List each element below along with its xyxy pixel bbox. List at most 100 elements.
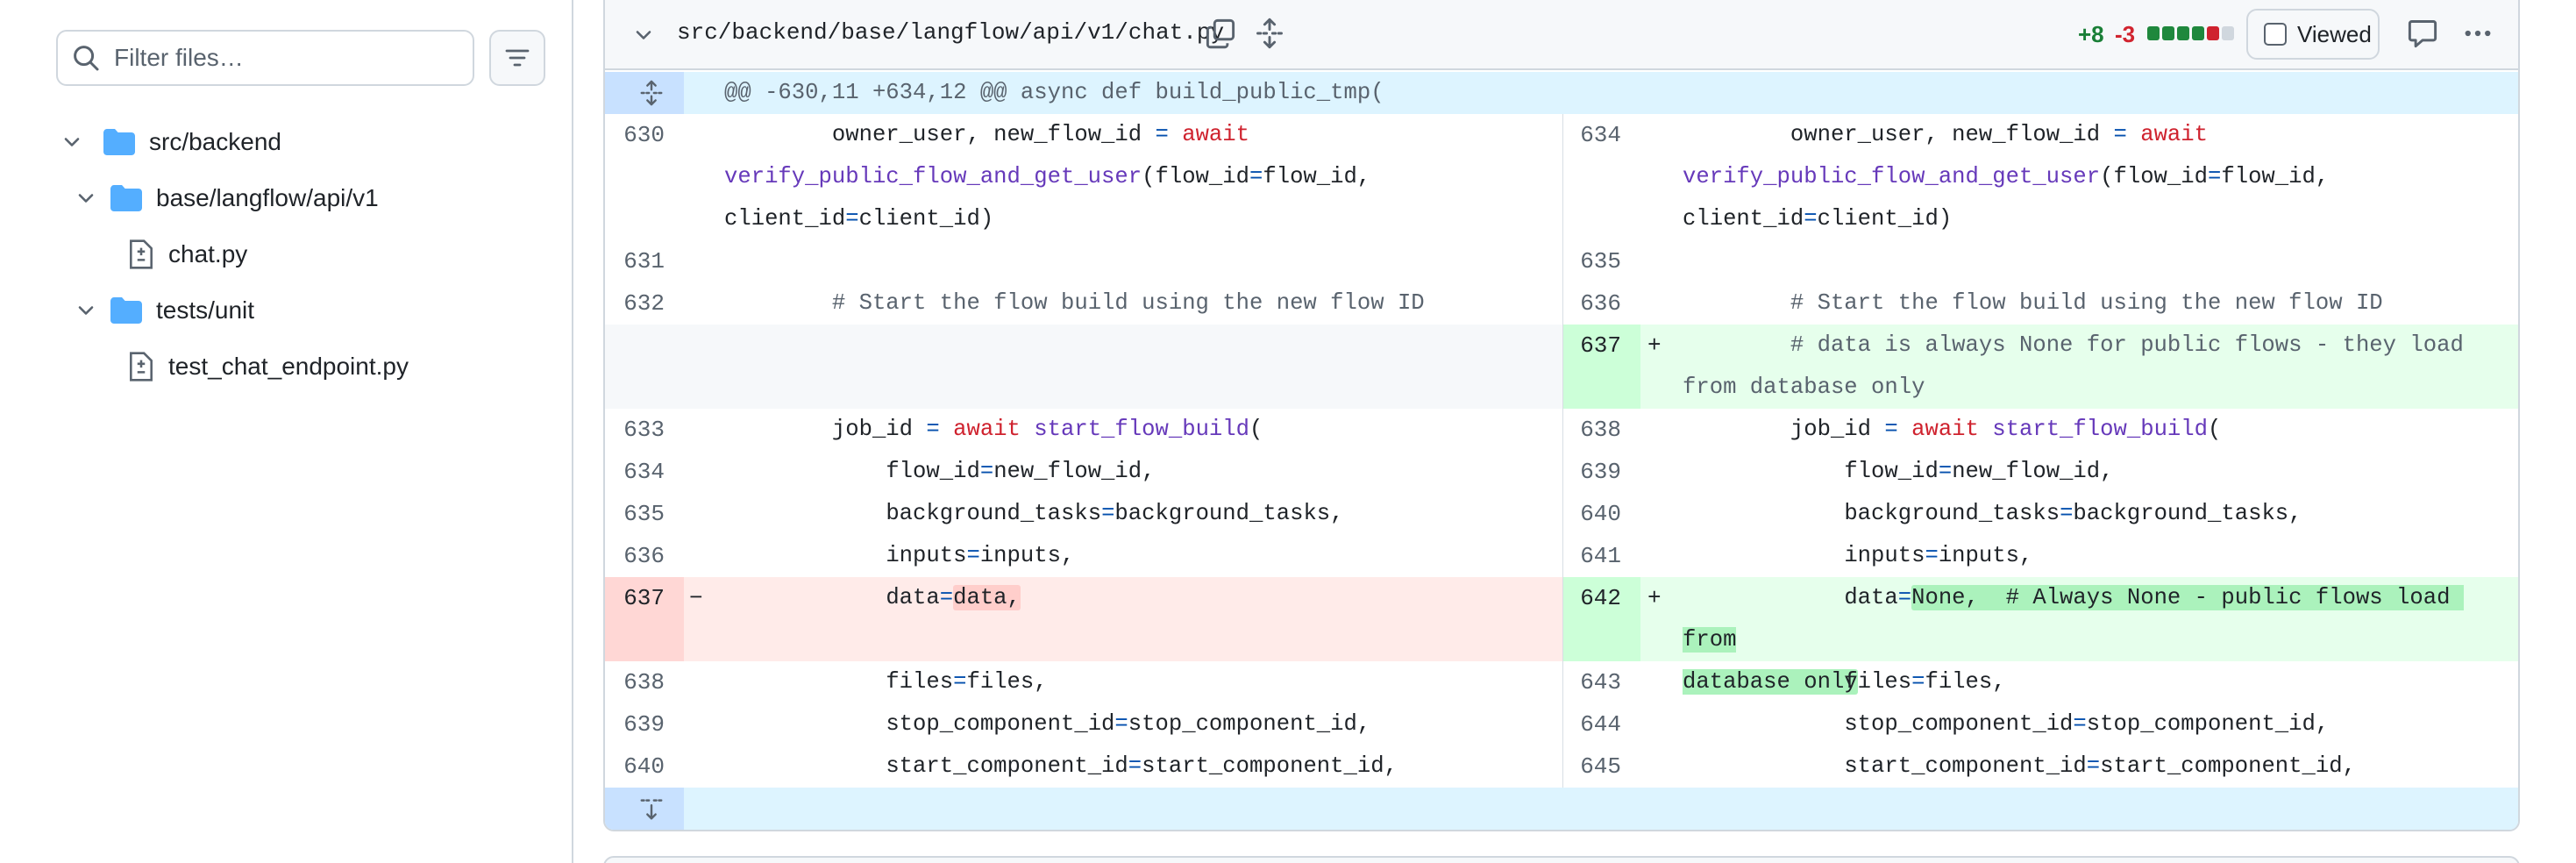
right-line-number[interactable]: 640 (1563, 493, 1640, 535)
left-line-number[interactable]: 633 (605, 409, 684, 451)
left-diff-cell: 639 stop_component_id=stop_component_id, (605, 703, 1562, 745)
file-diff-icon (130, 239, 153, 269)
comment-icon[interactable] (2407, 18, 2438, 49)
tree-label: test_chat_endpoint.py (168, 353, 409, 380)
unfold-icon[interactable] (638, 80, 665, 106)
hunk-header-text: @@ -630,11 +634,12 @@ async def build_pu… (724, 80, 1384, 105)
left-code-line: owner_user, new_flow_id = await verify_p… (724, 114, 1541, 240)
left-diff-cell: 632 # Start the flow build using the new… (605, 282, 1562, 325)
code-token: background_tasks, (2073, 501, 2302, 526)
diff-row: 630 owner_user, new_flow_id = await veri… (605, 114, 2518, 240)
left-diff-cell: 631 (605, 240, 1562, 282)
code-token: start_component_id (1683, 753, 2087, 779)
right-code-line: flow_id=new_flow_id, (1683, 451, 2501, 493)
right-code-line: # data is always None for public flows -… (1683, 325, 2501, 409)
code-token: flow_id (724, 459, 980, 484)
tree-file-chat-py[interactable]: chat.py (128, 230, 247, 279)
right-line-number[interactable]: 635 (1563, 240, 1640, 282)
code-token: data, (953, 585, 1021, 610)
code-token: start_component_id, (2100, 753, 2356, 779)
left-line-number[interactable]: 636 (605, 535, 684, 577)
right-line-number[interactable]: 636 (1563, 282, 1640, 325)
chevron-down-icon[interactable] (74, 186, 98, 210)
left-line-number[interactable]: 639 (605, 703, 684, 745)
hunk-header-row: @@ -630,11 +634,12 @@ async def build_pu… (605, 72, 2518, 114)
left-line-number[interactable]: 630 (605, 114, 684, 240)
file-diff-panel: src/backend/base/langflow/api/v1/chat.py… (603, 0, 2520, 831)
filter-files-field[interactable] (56, 30, 474, 86)
left-line-number[interactable]: 635 (605, 493, 684, 535)
right-code-line: background_tasks=background_tasks, (1683, 493, 2501, 535)
left-line-number[interactable]: 631 (605, 240, 684, 282)
file-path[interactable]: src/backend/base/langflow/api/v1/chat.py (677, 19, 1224, 46)
right-diff-cell: 645 start_component_id=start_component_i… (1562, 745, 2518, 788)
left-diff-cell: 640 start_component_id=start_component_i… (605, 745, 1562, 788)
right-diff-cell: 635 (1562, 240, 2518, 282)
viewed-checkbox-button[interactable]: Viewed (2246, 9, 2380, 60)
expand-up-button[interactable] (605, 72, 684, 114)
left-code-line: background_tasks=background_tasks, (724, 493, 1541, 535)
right-line-number[interactable]: 637 (1563, 325, 1640, 409)
left-line-number[interactable]: 638 (605, 661, 684, 703)
right-line-number[interactable]: 641 (1563, 535, 1640, 577)
tree-folder-src-backend[interactable]: src/backend (60, 118, 281, 167)
right-code-line: # Start the flow build using the new flo… (1683, 282, 2501, 325)
viewed-label: Viewed (2297, 20, 2372, 47)
left-diff-cell: 630 owner_user, new_flow_id = await veri… (605, 114, 1562, 240)
chevron-down-icon[interactable] (631, 23, 656, 47)
viewed-checkbox[interactable] (2264, 23, 2287, 46)
diffstat-block-del (2207, 26, 2219, 40)
tree-folder-langflow-api-v1[interactable]: base/langflow/api/v1 (74, 174, 379, 223)
code-token: stop_component_id, (1128, 711, 1371, 737)
copy-icon[interactable] (1205, 18, 1236, 49)
fold-down-icon[interactable] (638, 795, 665, 822)
left-code-line: start_component_id=start_component_id, (724, 745, 1541, 788)
code-token: stop_component_id (724, 711, 1115, 737)
diffstat-bar (2147, 26, 2234, 40)
unfold-icon[interactable] (1254, 18, 1285, 49)
left-code-line: # Start the flow build using the new flo… (724, 282, 1541, 325)
right-line-number[interactable]: 642 (1563, 577, 1640, 661)
left-line-number[interactable]: 632 (605, 282, 684, 325)
chevron-down-icon[interactable] (74, 298, 98, 323)
code-token: start_component_id (724, 753, 1128, 779)
expand-down-cell (605, 788, 2518, 830)
right-line-number[interactable]: 644 (1563, 703, 1640, 745)
code-token: = (1249, 164, 1263, 189)
code-token: = (979, 459, 994, 484)
left-line-number[interactable]: 634 (605, 451, 684, 493)
tree-file-test-chat-endpoint-py[interactable]: test_chat_endpoint.py (128, 342, 409, 391)
filter-options-button[interactable] (489, 30, 545, 86)
code-token: # Start the flow build using the new flo… (1683, 290, 2383, 316)
right-line-number[interactable]: 645 (1563, 745, 1640, 788)
left-code-line: job_id = await start_flow_build( (724, 409, 1541, 451)
right-code-line: stop_component_id=stop_component_id, (1683, 703, 2501, 745)
code-token: (flow_id (1142, 164, 1249, 189)
right-line-number[interactable]: 638 (1563, 409, 1640, 451)
kebab-horizontal-icon[interactable] (2462, 18, 2494, 49)
hunk-header-cell: @@ -630,11 +634,12 @@ async def build_pu… (605, 72, 2518, 114)
code-token: owner_user, new_flow_id (724, 122, 1156, 147)
diff-row: 639 stop_component_id=stop_component_id,… (605, 703, 2518, 745)
expand-down-button[interactable] (605, 788, 684, 830)
left-diff-cell: 638 files=files, (605, 661, 1562, 703)
chevron-down-icon[interactable] (60, 130, 84, 154)
right-diff-cell: 643 files=files, (1562, 661, 2518, 703)
right-line-number[interactable]: 643 (1563, 661, 1640, 703)
left-line-number[interactable]: 637 (605, 577, 684, 661)
tree-folder-tests-unit[interactable]: tests/unit (74, 286, 254, 335)
filter-files-input[interactable] (114, 44, 447, 72)
right-line-number[interactable]: 639 (1563, 451, 1640, 493)
code-token: verify_public_flow_and_get_user (1683, 164, 2101, 189)
code-token: = (2113, 122, 2127, 147)
code-token: stop_component_id, (2086, 711, 2330, 737)
right-line-number[interactable]: 634 (1563, 114, 1640, 240)
code-token: await (2140, 122, 2209, 147)
code-token: = (1114, 711, 1128, 737)
code-token: = (1155, 122, 1169, 147)
tree-label: chat.py (168, 240, 248, 267)
left-line-number[interactable]: 640 (605, 745, 684, 788)
